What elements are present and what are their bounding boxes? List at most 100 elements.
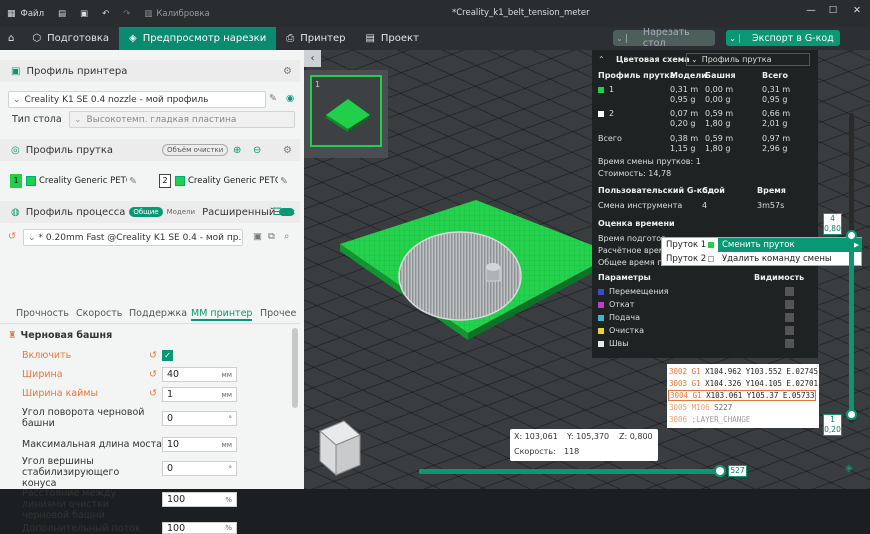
color-scheme-select[interactable]: ⌄ Профиль прутка xyxy=(686,53,810,66)
extra-flow-input[interactable]: 100% xyxy=(162,522,237,534)
chevron-down-icon[interactable]: ⌄ xyxy=(613,33,627,43)
sidebar-scrollbar[interactable] xyxy=(292,328,298,408)
compare-icon[interactable]: ⇆ xyxy=(287,207,295,218)
close-button[interactable]: ✕ xyxy=(850,5,864,16)
filament-color-swatch[interactable] xyxy=(175,176,185,186)
rotation-input[interactable]: 0 ° xyxy=(162,411,237,426)
chevron-down-icon[interactable]: ⌄ xyxy=(726,33,740,43)
subtab-mm-printer[interactable]: ММ принтер xyxy=(191,308,253,321)
undo-icon[interactable]: ↶ xyxy=(95,0,116,27)
enable-label: Включить xyxy=(22,350,72,361)
slice-button[interactable]: ⌄ Нарезать стол xyxy=(613,27,715,49)
minimize-button[interactable]: — xyxy=(804,5,818,16)
gcode-args: X104.962 Y103.552 E.02745 xyxy=(705,367,819,376)
move-slider-handle[interactable] xyxy=(714,465,726,477)
extra-flow-label: Дополнительный поток xyxy=(22,523,141,534)
subtab-strength[interactable]: Прочность xyxy=(16,308,69,319)
reset-icon[interactable]: ↺ xyxy=(149,388,157,399)
layers-stack-icon[interactable]: ◈ xyxy=(845,463,853,474)
tab-preview[interactable]: ◈ Предпросмотр нарезки xyxy=(119,27,277,50)
wifi-icon[interactable]: ◉ xyxy=(286,93,294,104)
search-icon[interactable]: ⌕ xyxy=(284,231,289,242)
wipe-visibility-checkbox[interactable] xyxy=(785,326,794,335)
menu-item-change-filament[interactable]: Сменить пруток ▶ xyxy=(718,238,862,252)
settings-icon[interactable]: ⚙ xyxy=(283,66,292,77)
subtab-other[interactable]: Прочее xyxy=(260,308,296,319)
save-icon[interactable]: ▣ xyxy=(253,231,262,242)
col-filament: Профиль прутка xyxy=(598,71,676,80)
filament-2-tower: 0,59 m 1,80 g xyxy=(705,109,734,128)
remove-filament-icon[interactable]: ⊖ xyxy=(253,145,261,156)
printer-profile-select[interactable]: ⌄ Creality K1 SE 0.4 nozzle - мой профиль xyxy=(8,91,266,108)
view-cube[interactable] xyxy=(316,417,364,479)
layer-slider-bottom-handle[interactable] xyxy=(846,409,857,420)
reset-icon[interactable]: ↺ xyxy=(149,369,157,380)
menu-item-delete-change[interactable]: Удалить команду смены прутка xyxy=(718,252,862,278)
advanced-label: Расширенный xyxy=(202,206,276,218)
process-profile-select[interactable]: ⌄ * 0.20mm Fast @Creality K1 SE 0.4 - мой… xyxy=(23,229,243,246)
window-title: *Creality_k1_belt_tension_meter xyxy=(452,8,590,18)
filament-name: Creality Generic PETG... xyxy=(39,176,127,186)
filament-name: Creality Generic PETG... xyxy=(188,176,278,186)
width-input[interactable]: 40 мм xyxy=(162,367,237,382)
export-gcode-button[interactable]: ⌄ Экспорт в G-код xyxy=(726,30,840,46)
visibility-header: Видимость xyxy=(754,273,805,282)
gcode-line[interactable]: 3003 G1 X104.326 Y104.105 E.02701 xyxy=(669,379,818,388)
edit-icon[interactable]: ✎ xyxy=(280,176,288,187)
settings-icon[interactable]: ⚙ xyxy=(283,145,292,156)
bridge-length-input[interactable]: 10 мм xyxy=(162,437,237,452)
layers-icon: ◈ xyxy=(129,33,137,44)
subtab-speed[interactable]: Скорость xyxy=(76,308,122,319)
calibration-icon: ▥ xyxy=(144,8,153,19)
collapse-legend-icon[interactable]: ⌃ xyxy=(598,55,605,64)
travel-visibility-checkbox[interactable] xyxy=(785,287,794,296)
home-button[interactable]: ⌂ xyxy=(0,27,22,50)
save-icon[interactable]: ▣ xyxy=(73,0,95,27)
seams-visibility-checkbox[interactable] xyxy=(785,339,794,348)
gcode-line[interactable]: 3005 M106 S227 xyxy=(669,403,732,412)
gcode-command: ;LAYER_CHANGE xyxy=(691,415,751,424)
filament-1-index: 1 xyxy=(609,85,615,94)
redo-icon[interactable]: ↷ xyxy=(116,0,137,27)
gcode-command: G1 xyxy=(692,391,702,400)
file-menu[interactable]: ▦ Файл xyxy=(0,0,51,27)
calibration-label: Калибровка xyxy=(156,8,210,19)
filament-color-swatch[interactable] xyxy=(26,176,36,186)
gcode-line-current[interactable]: 3004 G1 X103.061 Y105.37 E.05733 xyxy=(668,390,816,401)
subtab-support[interactable]: Поддержка xyxy=(129,308,187,319)
filament-slot-2[interactable]: 2 Creality Generic PETG... ✎ xyxy=(159,174,288,188)
gcode-line[interactable]: 3006 ;LAYER_CHANGE xyxy=(669,415,750,424)
toggle-general[interactable]: Общие xyxy=(129,207,163,217)
bed-type-select[interactable]: ⌄ Высокотемп. гладкая пластина xyxy=(69,111,295,128)
menu-icon[interactable]: ▤ xyxy=(51,0,73,27)
gcode-args: X103.061 Y105.37 E.05733 xyxy=(706,391,815,400)
extrude-visibility-checkbox[interactable] xyxy=(785,313,794,322)
tab-prepare[interactable]: ⬡ Подготовка xyxy=(22,27,119,50)
reset-icon[interactable]: ↺ xyxy=(149,350,157,361)
reset-icon[interactable]: ↺ xyxy=(8,231,16,242)
cost: Стоимость: 14,78 xyxy=(598,169,672,178)
calibration-menu[interactable]: ▥ Калибровка xyxy=(137,0,216,27)
enable-checkbox[interactable]: ✓ xyxy=(162,350,173,361)
gcode-command: G1 xyxy=(691,379,701,388)
edit-icon[interactable]: ✎ xyxy=(269,93,277,104)
copy-icon[interactable]: ⧉ xyxy=(268,231,275,242)
menu-item-filament-1[interactable]: Пруток 1 xyxy=(662,238,718,252)
edit-icon[interactable]: ✎ xyxy=(129,176,137,187)
toggle-models[interactable]: Модели xyxy=(163,207,200,217)
tab-printer[interactable]: ⎙ Принтер xyxy=(276,27,355,50)
purge-volume-button[interactable]: Объём очистки xyxy=(162,144,229,156)
maximize-button[interactable]: ☐ xyxy=(826,5,840,16)
tab-project[interactable]: ▤ Проект xyxy=(355,27,428,50)
brim-width-input[interactable]: 1 мм xyxy=(162,387,237,402)
retract-visibility-checkbox[interactable] xyxy=(785,300,794,309)
add-filament-icon[interactable]: ⊕ xyxy=(233,145,241,156)
wipe-spacing-input[interactable]: 100% xyxy=(162,492,237,507)
cone-angle-input[interactable]: 0 ° xyxy=(162,461,237,476)
list-icon[interactable]: ☰ xyxy=(273,207,282,218)
menu-item-filament-2[interactable]: Пруток 2 xyxy=(662,252,718,266)
filament-slot-1[interactable]: 1 Creality Generic PETG... ✎ xyxy=(10,174,137,188)
layer-slider-top-handle[interactable] xyxy=(846,230,857,241)
bridge-length-label: Максимальная длина моста xyxy=(22,439,163,450)
gcode-line[interactable]: 3002 G1 X104.962 Y103.552 E.02745 xyxy=(669,367,818,376)
